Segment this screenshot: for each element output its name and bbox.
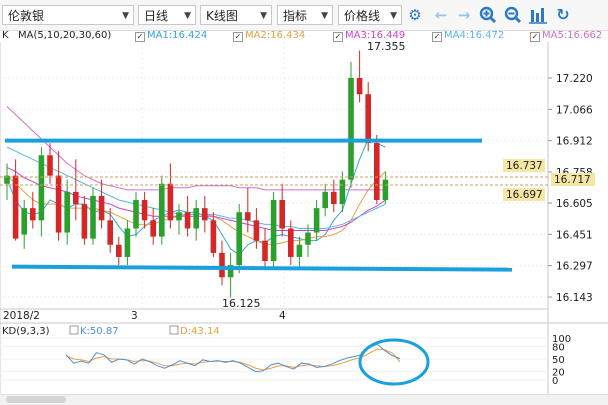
y-axis-label: 16.297 [556,261,593,273]
candlestick-chart[interactable]: 17.22017.06616.91216.75816.60516.45116.2… [0,0,608,394]
candle-up [236,212,242,266]
candle-down [356,78,363,95]
candle-down [288,228,294,257]
y-axis-label: 16.143 [556,292,593,304]
kd-d-value: D:43.14 [180,326,220,337]
candle-up [64,191,70,233]
y-axis-label: 16.912 [556,136,593,148]
current-price-tag: 16.717 [554,174,591,186]
candle-up [270,200,277,262]
candle-up [382,179,389,201]
candle-up [124,228,131,257]
candle-down [262,240,268,262]
kd-k-line [65,343,401,373]
candle-down [210,220,217,253]
x-label-0: 2018/2 [3,310,40,322]
candle-up [176,212,182,221]
candle-up [90,195,96,239]
candle-down [47,155,53,176]
candle-up [21,208,27,235]
candle-down [81,204,88,239]
candle-down [219,252,225,278]
candle-down [150,220,156,237]
candle-up [133,200,139,229]
candle-down [98,195,105,221]
candle-up [305,232,311,245]
price-tag-upper: 16.737 [506,160,543,172]
support-line [11,264,513,272]
candle-down [167,183,174,221]
candle-down [141,200,148,221]
price-tag-lower: 16.697 [506,189,543,201]
candle-down [374,143,380,201]
candle-down [253,220,260,241]
price-axis: 17.22017.06616.91216.75816.60516.45116.2… [556,73,593,304]
candle-up [159,183,165,237]
candle-up [313,208,320,233]
candle-down [184,212,191,229]
kd-k-checkbox[interactable] [69,325,79,335]
kd-d-checkbox[interactable] [169,325,179,335]
x-label-2: 4 [279,310,286,322]
x-label-1: 3 [131,310,138,322]
candle-up [193,208,199,229]
y-axis-label: 17.066 [556,104,593,116]
candle-up [296,244,303,257]
kd-axis-label: 50 [552,355,565,366]
candle-down [279,200,285,229]
candle-down [107,220,113,245]
y-axis-label: 16.605 [556,198,593,210]
kd-panel: 1008050200 [0,334,571,387]
scrollbar-thumb[interactable] [6,396,66,403]
candle-down [202,208,208,221]
y-axis-label: 16.451 [556,229,593,241]
candle-up [348,78,354,180]
horizontal-scrollbar[interactable] [0,394,608,405]
candle-down [55,175,62,233]
kd-params: KD(9,3,3) [2,326,50,337]
kd-axis-label: 80 [552,342,565,353]
candle-down [331,191,337,205]
candles [4,50,389,298]
candle-down [73,191,79,205]
candle-down [365,94,371,144]
candle-down [116,244,122,257]
kd-k-value: K:50.87 [80,326,119,337]
candle-down [30,208,36,221]
candle-up [339,179,346,205]
low-price-marker: 16.125 [222,297,261,310]
kd-axis-label: 0 [552,376,558,387]
candle-up [322,191,328,209]
y-axis-label: 17.220 [556,73,593,85]
candle-up [38,155,45,221]
high-price-marker: 17.355 [367,40,406,53]
candle-down [245,212,251,221]
